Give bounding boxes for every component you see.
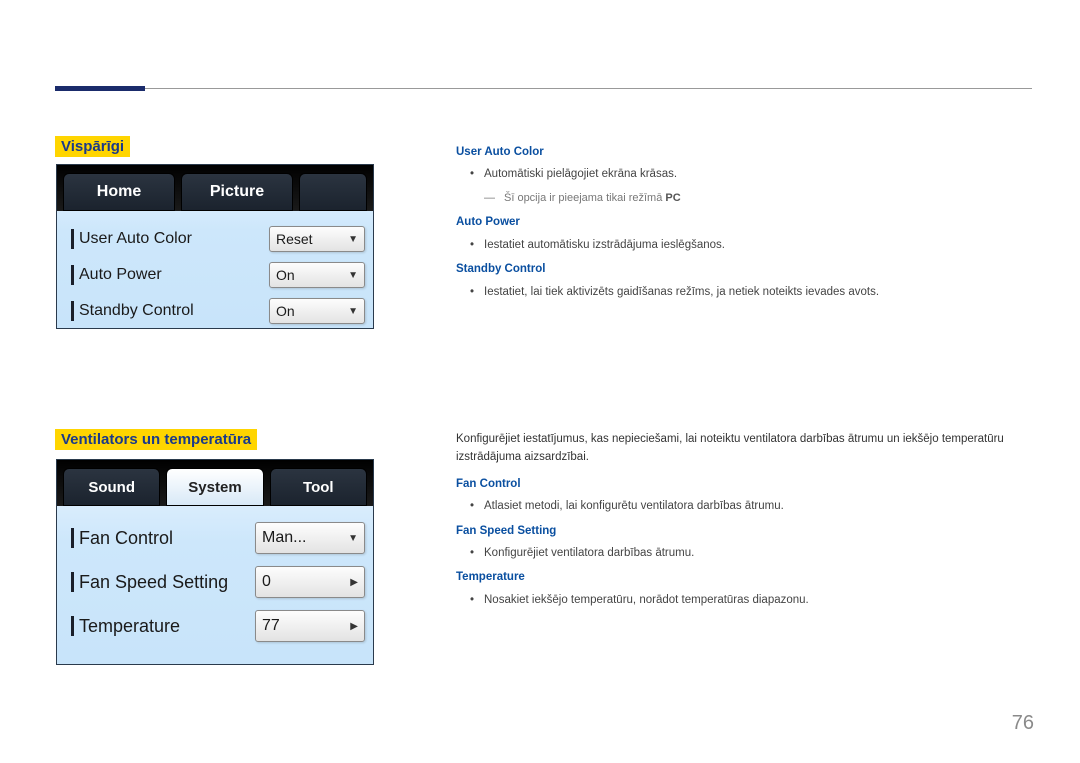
row-auto-power: Auto Power On ▼ [71, 257, 365, 293]
tab-system[interactable]: System [166, 468, 263, 506]
bullet-fan-control: Atlasiet metodi, lai konfigurētu ventila… [484, 497, 1032, 515]
bullet-fan-speed-setting: Konfigurējiet ventilatora darbības ātrum… [484, 544, 1032, 562]
term-auto-power: Auto Power [456, 213, 1032, 231]
tab-sound[interactable]: Sound [63, 468, 160, 506]
header-rule [55, 88, 1032, 89]
label-text: Fan Speed Setting [79, 572, 228, 593]
chevron-down-icon: ▼ [348, 533, 358, 544]
note-bold: PC [665, 192, 680, 204]
note-text: Šī opcija ir pieejama tikai režīmā [504, 192, 665, 204]
dropdown-value: On [276, 303, 295, 319]
settings-list: User Auto Color Reset ▼ Auto Power On ▼ … [57, 211, 373, 339]
tab-bar: Home Picture [57, 165, 373, 211]
dropdown-value: Man... [262, 529, 306, 547]
stepper-temperature[interactable]: 77 ▶ [255, 610, 365, 642]
note-user-auto-color: Šī opcija ir pieejama tikai režīmā PC [456, 190, 1032, 208]
page-number: 76 [1012, 712, 1034, 735]
row-fan-control: Fan Control Man... ▼ [71, 516, 365, 560]
term-standby-control: Standby Control [456, 260, 1032, 278]
chevron-down-icon: ▼ [348, 234, 358, 245]
general-settings-panel: Home Picture User Auto Color Reset ▼ Aut… [56, 164, 374, 329]
fan-temp-settings-panel: Sound System Tool Fan Control Man... ▼ F… [56, 459, 374, 665]
row-temperature: Temperature 77 ▶ [71, 604, 365, 648]
label-fan-speed-setting: Fan Speed Setting [71, 572, 255, 593]
stepper-fan-speed[interactable]: 0 ▶ [255, 566, 365, 598]
label-text: Temperature [79, 616, 180, 637]
chevron-down-icon: ▼ [348, 306, 358, 317]
label-text: User Auto Color [79, 230, 192, 248]
label-standby-control: Standby Control [71, 301, 269, 321]
label-text: Auto Power [79, 266, 162, 284]
bullet-temperature: Nosakiet iekšējo temperatūru, norādot te… [484, 591, 1032, 609]
row-user-auto-color: User Auto Color Reset ▼ [71, 221, 365, 257]
term-user-auto-color: User Auto Color [456, 143, 1032, 161]
chevron-right-icon: ▶ [350, 621, 358, 632]
dropdown-value: Reset [276, 231, 313, 247]
dropdown-value: On [276, 267, 295, 283]
dropdown-fan-control[interactable]: Man... ▼ [255, 522, 365, 554]
label-fan-control: Fan Control [71, 528, 255, 549]
header-accent [55, 86, 145, 91]
dropdown-auto-power[interactable]: On ▼ [269, 262, 365, 288]
tab-tool[interactable]: Tool [270, 468, 367, 506]
row-fan-speed-setting: Fan Speed Setting 0 ▶ [71, 560, 365, 604]
chevron-right-icon: ▶ [350, 577, 358, 588]
tab-home[interactable]: Home [63, 173, 175, 211]
term-temperature: Temperature [456, 568, 1032, 586]
bullet-auto-power: Iestatiet automātisku izstrādājuma ieslē… [484, 236, 1032, 254]
row-standby-control: Standby Control On ▼ [71, 293, 365, 329]
section-heading-fan-temp: Ventilators un temperatūra [55, 429, 257, 450]
general-description: User Auto Color Automātiski pielāgojiet … [456, 137, 1032, 307]
bullet-standby-control: Iestatiet, lai tiek aktivizēts gaidīšana… [484, 283, 1032, 301]
section-heading-general: Vispārīgi [55, 136, 130, 157]
fan-temp-description: Konfigurējiet iestatījumus, kas nepiecie… [456, 430, 1032, 615]
chevron-down-icon: ▼ [348, 270, 358, 281]
label-user-auto-color: User Auto Color [71, 229, 269, 249]
tab-bar: Sound System Tool [57, 460, 373, 506]
label-temperature: Temperature [71, 616, 255, 637]
bullet-user-auto-color: Automātiski pielāgojiet ekrāna krāsas. [484, 165, 1032, 183]
intro-text: Konfigurējiet iestatījumus, kas nepiecie… [456, 430, 1032, 467]
label-text: Standby Control [79, 302, 194, 320]
dropdown-standby-control[interactable]: On ▼ [269, 298, 365, 324]
settings-list: Fan Control Man... ▼ Fan Speed Setting 0… [57, 506, 373, 658]
stepper-value: 0 [262, 573, 271, 591]
dropdown-user-auto-color[interactable]: Reset ▼ [269, 226, 365, 252]
label-text: Fan Control [79, 528, 173, 549]
term-fan-control: Fan Control [456, 475, 1032, 493]
term-fan-speed-setting: Fan Speed Setting [456, 522, 1032, 540]
stepper-value: 77 [262, 617, 280, 635]
tab-picture[interactable]: Picture [181, 173, 293, 211]
label-auto-power: Auto Power [71, 265, 269, 285]
tab-next[interactable] [299, 173, 367, 211]
